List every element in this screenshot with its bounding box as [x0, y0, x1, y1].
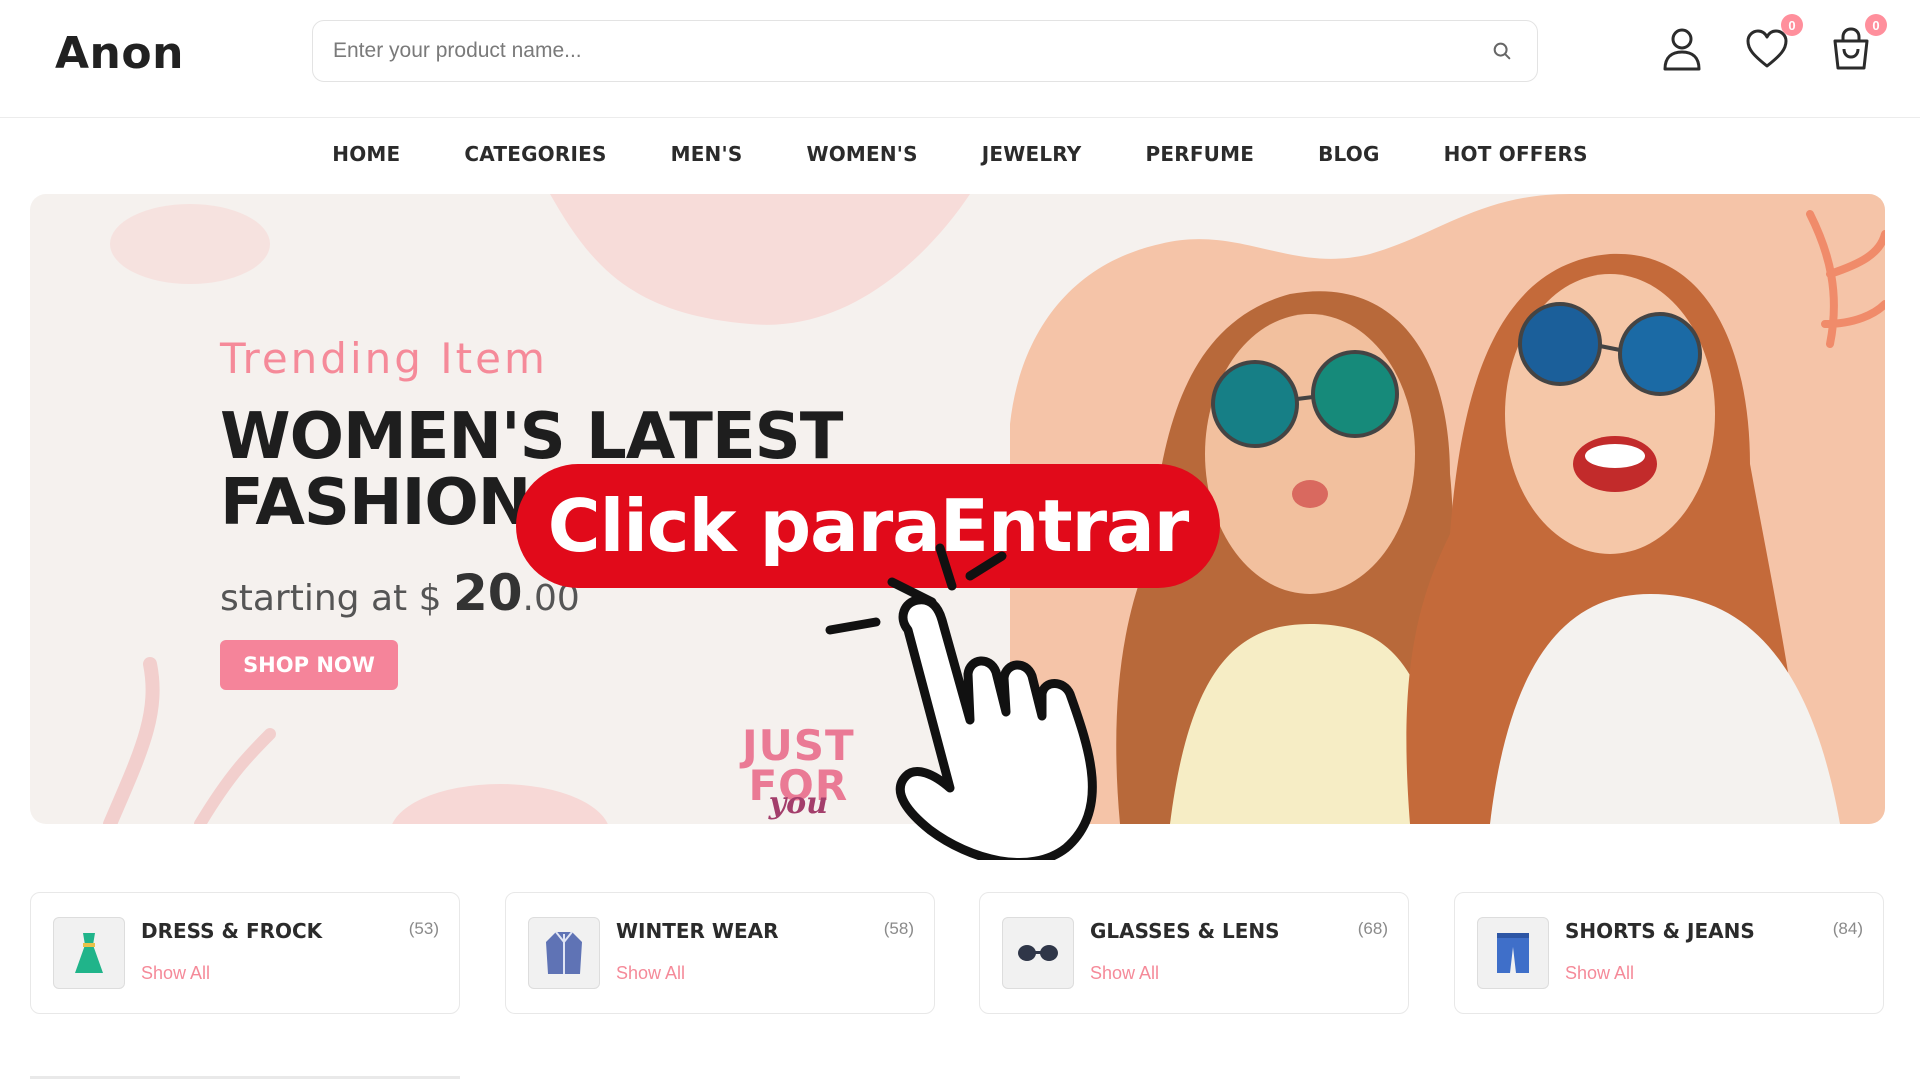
nav-item-hot-offers[interactable]: HOT OFFERS	[1412, 142, 1620, 166]
nav-item-perfume[interactable]: PERFUME	[1114, 142, 1287, 166]
category-title: DRESS & FROCK	[141, 919, 323, 943]
category-title: WINTER WEAR	[616, 919, 779, 943]
category-count: (53)	[408, 919, 439, 938]
shop-now-button[interactable]: SHOP NOW	[220, 640, 398, 690]
banner-title-line1: WOMEN'S LATEST	[220, 400, 843, 474]
nav-item-jewelry[interactable]: JEWELRY	[950, 142, 1114, 166]
category-card-glasses[interactable]: GLASSES & LENS (68) Show All	[979, 892, 1409, 1014]
just-for-you-badge: JUST FOR you	[742, 721, 855, 824]
category-title: SHORTS & JEANS	[1565, 919, 1755, 943]
wishlist-count-badge: 0	[1781, 14, 1803, 36]
banner-subtitle: Trending Item	[220, 334, 548, 383]
section-divider	[30, 1076, 460, 1079]
wishlist-icon[interactable]: 0	[1743, 14, 1803, 74]
nav-item-mens[interactable]: MEN'S	[639, 142, 775, 166]
dress-icon	[53, 917, 125, 989]
show-all-link[interactable]: Show All	[1565, 963, 1634, 984]
search-icon[interactable]	[1487, 36, 1517, 66]
nav-item-home[interactable]: HOME	[300, 142, 432, 166]
site-logo[interactable]: Anon	[55, 28, 184, 79]
category-card-dress[interactable]: DRESS & FROCK (53) Show All	[30, 892, 460, 1014]
category-count: (68)	[1357, 919, 1388, 938]
price-prefix: starting at $	[220, 578, 442, 619]
click-to-enter-button[interactable]: Click paraEntrar	[516, 464, 1220, 588]
user-icon[interactable]	[1658, 24, 1708, 74]
search-input[interactable]	[333, 39, 1487, 63]
cart-icon[interactable]: 0	[1827, 14, 1887, 74]
category-card-shorts[interactable]: SHORTS & JEANS (84) Show All	[1454, 892, 1884, 1014]
glasses-icon	[1002, 917, 1074, 989]
category-card-winter-wear[interactable]: WINTER WEAR (58) Show All	[505, 892, 935, 1014]
price-main: 20	[452, 564, 523, 622]
nav-item-blog[interactable]: BLOG	[1286, 142, 1412, 166]
nav-item-categories[interactable]: CATEGORIES	[432, 142, 638, 166]
main-nav: HOME CATEGORIES MEN'S WOMEN'S JEWELRY PE…	[0, 118, 1920, 190]
category-title: GLASSES & LENS	[1090, 919, 1280, 943]
coat-icon	[528, 917, 600, 989]
badge-line1: JUST	[742, 721, 855, 770]
search-bar	[312, 20, 1538, 82]
banner-price: starting at $ 20.00	[220, 564, 580, 622]
show-all-link[interactable]: Show All	[141, 963, 210, 984]
category-cards: DRESS & FROCK (53) Show All WINTER WEAR …	[30, 892, 1885, 1014]
category-count: (84)	[1832, 919, 1863, 938]
site-header: Anon 0 0	[0, 0, 1920, 118]
show-all-link[interactable]: Show All	[616, 963, 685, 984]
nav-item-womens[interactable]: WOMEN'S	[774, 142, 949, 166]
show-all-link[interactable]: Show All	[1090, 963, 1159, 984]
category-count: (58)	[883, 919, 914, 938]
cart-count-badge: 0	[1865, 14, 1887, 36]
shorts-icon	[1477, 917, 1549, 989]
